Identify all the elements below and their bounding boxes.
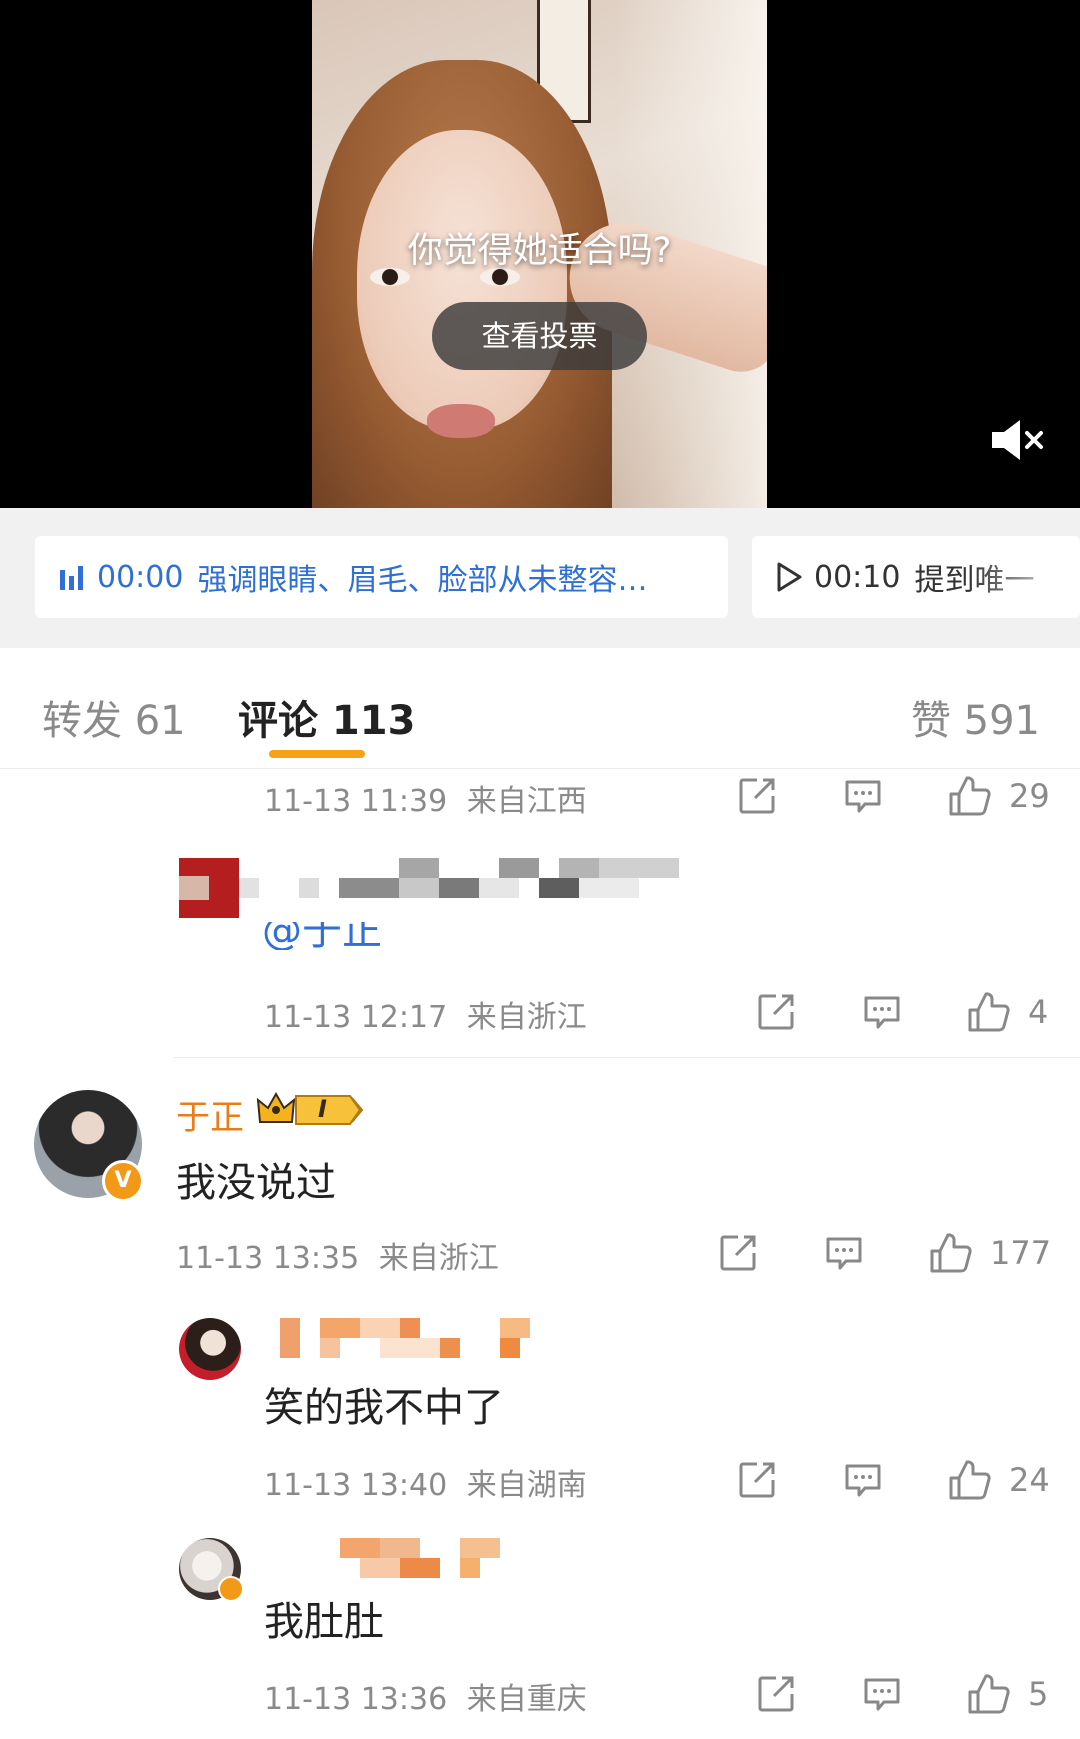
comment-icon[interactable] — [843, 776, 883, 816]
video-player[interactable]: 你觉得她适合吗? 查看投票 — [0, 0, 1080, 508]
share-icon[interactable] — [737, 1460, 777, 1500]
comment-timestamp: 11-13 13:36 — [264, 1682, 448, 1717]
comment-text: 笑的我不中了 — [264, 1385, 504, 1431]
thumbs-up-icon[interactable] — [947, 1458, 991, 1502]
play-icon — [777, 562, 802, 592]
share-icon[interactable] — [756, 1674, 796, 1714]
comment-meta: 11-13 13:35 来自浙江 — [176, 1233, 499, 1277]
blurred-username — [179, 858, 699, 918]
level-badge: I — [318, 1095, 327, 1123]
comment-location: 来自湖南 — [466, 1468, 587, 1503]
comment-timestamp: 11-13 12:17 — [264, 1000, 448, 1035]
mention-link[interactable]: @于正 — [262, 922, 382, 950]
comment-text: 我肚肚 — [264, 1599, 384, 1645]
blurred-username — [300, 1538, 520, 1578]
thumbs-up-icon[interactable] — [966, 1672, 1010, 1716]
chapter-time: 00:10 — [814, 559, 901, 595]
comment-timestamp: 11-13 13:40 — [264, 1468, 448, 1503]
comment-divider — [174, 1057, 1080, 1058]
thumbs-up-icon[interactable] — [947, 774, 991, 818]
tab-likes[interactable]: 赞 591 — [911, 688, 1040, 746]
comment-location: 来自江西 — [466, 784, 587, 819]
comment-icon[interactable] — [824, 1233, 864, 1273]
chapter-item-current[interactable]: 00:00 强调眼睛、眉毛、脸部从未整容… — [35, 536, 728, 618]
chapter-time: 00:00 — [97, 559, 184, 595]
blurred-username — [260, 1318, 540, 1358]
active-tab-indicator — [269, 750, 365, 758]
tab-comments[interactable]: 评论 113 — [238, 688, 415, 746]
share-icon[interactable] — [718, 1233, 758, 1273]
like-count: 24 — [1009, 1461, 1050, 1499]
comment-meta: 11-13 13:40 来自湖南 — [264, 1460, 587, 1504]
comment-meta: 11-13 12:17 来自浙江 — [264, 992, 587, 1036]
like-count: 177 — [990, 1234, 1052, 1272]
comment-location: 来自浙江 — [466, 1000, 587, 1035]
like-count: 29 — [1009, 777, 1050, 815]
weibo-post-detail: 你觉得她适合吗? 查看投票 00:00 强调眼睛、眉毛、脸部从未整容… 00:1… — [0, 0, 1080, 1739]
crown-icon — [256, 1091, 364, 1125]
video-caption: 你觉得她适合吗? — [407, 231, 672, 271]
chapter-strip: 00:00 强调眼睛、眉毛、脸部从未整容… 00:10 提到唯一 — [0, 508, 1080, 648]
share-icon[interactable] — [756, 992, 796, 1032]
chapter-title: 强调眼睛、眉毛、脸部从未整容… — [197, 563, 648, 598]
comment-icon[interactable] — [862, 992, 902, 1032]
thumbs-up-icon[interactable] — [928, 1231, 972, 1275]
chapter-item-next[interactable]: 00:10 提到唯一 — [752, 536, 1080, 618]
comment-icon[interactable] — [862, 1674, 902, 1714]
comment-location: 来自浙江 — [378, 1241, 499, 1276]
video-frame: 你觉得她适合吗? 查看投票 — [312, 0, 767, 508]
post-tabs: 转发 61 评论 113 赞 591 — [0, 648, 1080, 769]
comment-icon[interactable] — [843, 1460, 883, 1500]
comment-text: 我没说过 — [176, 1160, 336, 1206]
like-count: 5 — [1028, 1675, 1049, 1713]
comment-meta: 11-13 13:36 来自重庆 — [264, 1674, 587, 1718]
tab-repost[interactable]: 转发 61 — [42, 688, 186, 746]
speaker-muted-icon[interactable] — [990, 418, 1046, 462]
comment-location: 来自重庆 — [466, 1682, 587, 1717]
avatar[interactable] — [179, 1318, 241, 1380]
like-count: 4 — [1028, 993, 1049, 1031]
comment-meta: 11-13 11:39 来自江西 — [264, 776, 587, 820]
comment-timestamp: 11-13 13:35 — [176, 1241, 360, 1276]
view-vote-button[interactable]: 查看投票 — [432, 302, 647, 370]
equalizer-icon — [60, 566, 83, 590]
verified-badge-icon — [218, 1576, 244, 1602]
thumbs-up-icon[interactable] — [966, 990, 1010, 1034]
verified-badge-icon: V — [102, 1160, 144, 1202]
comment-author[interactable]: 于正 — [176, 1090, 244, 1139]
comment-timestamp: 11-13 11:39 — [264, 784, 448, 819]
share-icon[interactable] — [737, 776, 777, 816]
